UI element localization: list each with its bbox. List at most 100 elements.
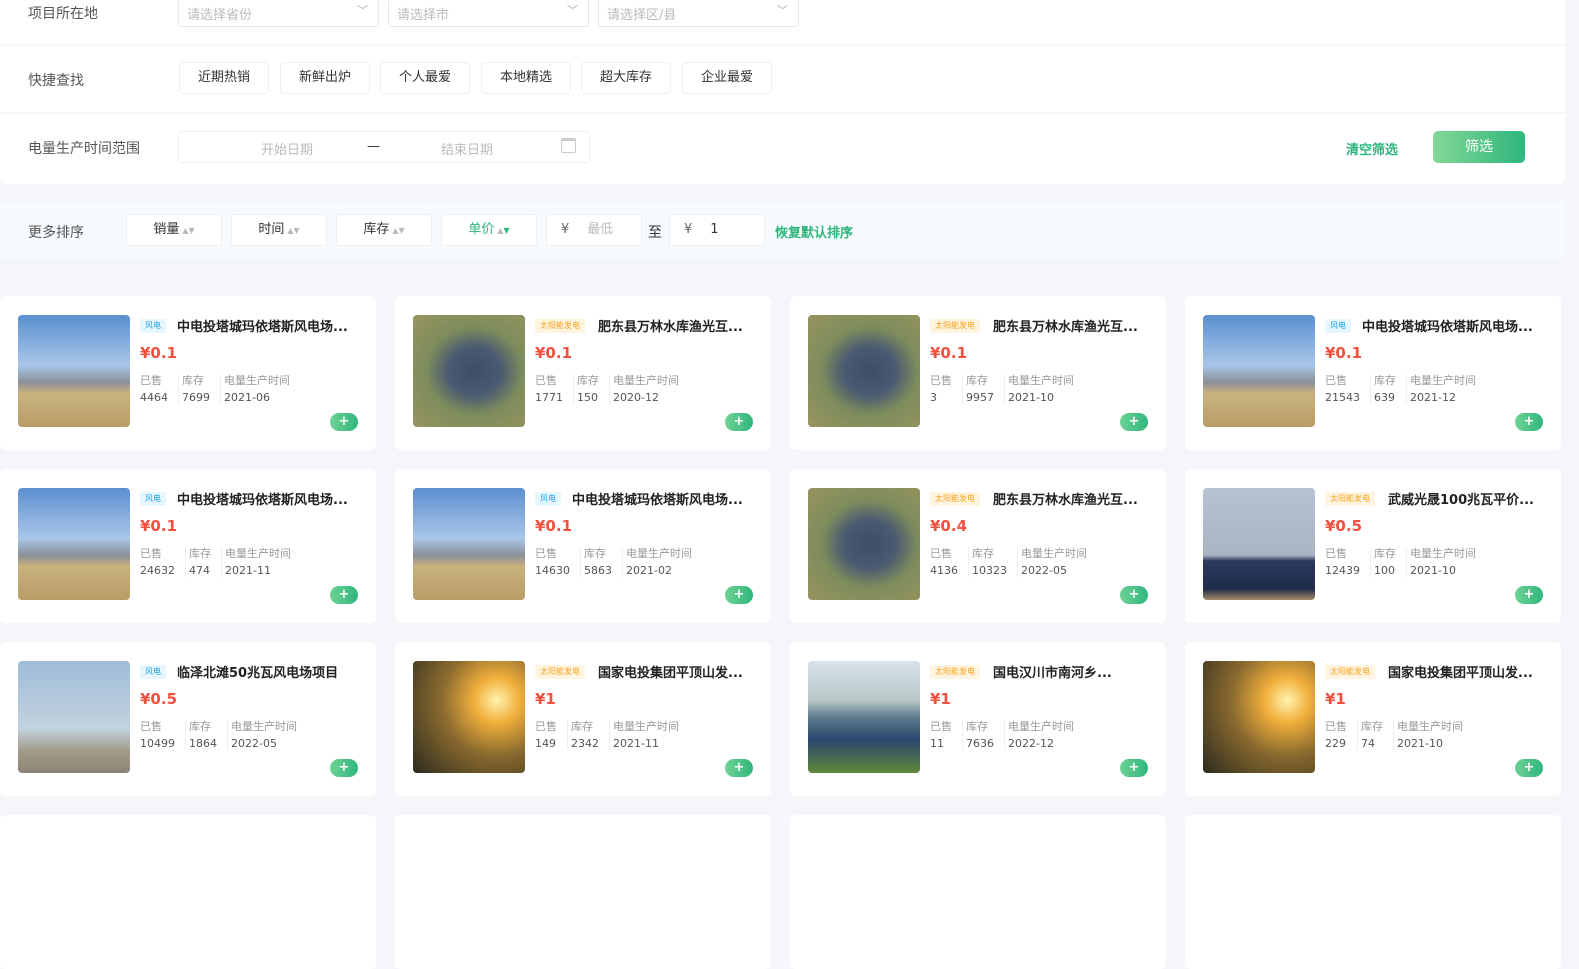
product-image[interactable] bbox=[413, 661, 525, 773]
product-card[interactable]: 太阳能发电 国家电投集团平顶山发... ¥1 已售 229 库存 74 电量生产… bbox=[1185, 642, 1561, 796]
product-title[interactable]: 国家电投集团平顶山发... bbox=[1388, 662, 1533, 681]
category-tag: 太阳能发电 bbox=[1325, 492, 1375, 506]
product-title[interactable]: 国电汉川市南河乡... bbox=[993, 662, 1112, 681]
add-to-cart-button[interactable]: + bbox=[725, 586, 753, 604]
date-range-picker[interactable]: 开始日期 — 结束日期 bbox=[178, 131, 590, 163]
sort-time[interactable]: 时间 ▲▼ bbox=[231, 214, 327, 246]
product-card[interactable]: 风电 中电投塔城玛依塔斯风电场... ¥0.1 已售 4464 库存 7699 … bbox=[0, 296, 376, 450]
quick-personal-fav[interactable]: 个人最爱 bbox=[380, 62, 470, 94]
quick-enterprise-fav[interactable]: 企业最爱 bbox=[682, 62, 772, 94]
divider bbox=[1017, 547, 1018, 577]
product-card[interactable]: 太阳能发电 国家电投集团平顶山发... ¥1 已售 149 库存 2342 电量… bbox=[395, 642, 771, 796]
time-label: 电量生产时间 bbox=[224, 374, 290, 387]
product-card[interactable]: 风电 中电投塔城玛依塔斯风电场... ¥0.1 已售 21543 库存 639 … bbox=[1185, 296, 1561, 450]
sort-price[interactable]: 单价 ▲▼ bbox=[441, 214, 537, 246]
divider bbox=[1393, 720, 1394, 750]
quick-fresh[interactable]: 新鲜出炉 bbox=[280, 62, 370, 94]
add-to-cart-button[interactable]: + bbox=[1515, 413, 1543, 431]
sort-arrows-icon: ▲▼ bbox=[497, 226, 510, 235]
product-image[interactable] bbox=[18, 488, 130, 600]
product-card[interactable] bbox=[1185, 815, 1561, 969]
sort-stock-label: 库存 bbox=[363, 222, 390, 237]
start-date-input[interactable]: 开始日期 bbox=[261, 139, 313, 158]
product-title[interactable]: 武威光晟100兆瓦平价... bbox=[1388, 489, 1534, 508]
product-card[interactable]: 太阳能发电 国电汉川市南河乡... ¥1 已售 11 库存 7636 电量生产时… bbox=[790, 642, 1166, 796]
product-image[interactable] bbox=[808, 315, 920, 427]
add-to-cart-button[interactable]: + bbox=[725, 413, 753, 431]
time-label: 电量生产时间 bbox=[1008, 374, 1074, 387]
sort-stock[interactable]: 库存 ▲▼ bbox=[336, 214, 432, 246]
product-title[interactable]: 中电投塔城玛依塔斯风电场... bbox=[1362, 316, 1533, 335]
reset-sort-button[interactable]: 恢复默认排序 bbox=[775, 222, 853, 241]
product-title[interactable]: 肥东县万林水库渔光互... bbox=[993, 489, 1138, 508]
quick-local[interactable]: 本地精选 bbox=[481, 62, 571, 94]
product-title[interactable]: 中电投塔城玛依塔斯风电场... bbox=[177, 316, 348, 335]
product-title[interactable]: 肥东县万林水库渔光互... bbox=[598, 316, 743, 335]
product-image[interactable] bbox=[1203, 315, 1315, 427]
product-image[interactable] bbox=[413, 315, 525, 427]
sold-value: 21543 bbox=[1325, 391, 1360, 404]
calendar-icon[interactable] bbox=[561, 138, 576, 153]
product-card[interactable]: 太阳能发电 肥东县万林水库渔光互... ¥0.4 已售 4136 库存 1032… bbox=[790, 469, 1166, 623]
add-to-cart-button[interactable]: + bbox=[1515, 759, 1543, 777]
product-price: ¥1 bbox=[535, 690, 556, 708]
sort-sales[interactable]: 销量 ▲▼ bbox=[126, 214, 222, 246]
add-to-cart-button[interactable]: + bbox=[1515, 586, 1543, 604]
city-select[interactable]: 请选择市 ﹀ bbox=[388, 0, 589, 27]
end-date-input[interactable]: 结束日期 bbox=[441, 139, 493, 158]
time-label: 电量生产时间 bbox=[1008, 720, 1074, 733]
add-to-cart-button[interactable]: + bbox=[330, 413, 358, 431]
product-card[interactable] bbox=[790, 815, 1166, 969]
filter-button[interactable]: 筛选 bbox=[1433, 131, 1525, 163]
product-image[interactable] bbox=[18, 661, 130, 773]
product-image[interactable] bbox=[413, 488, 525, 600]
product-title[interactable]: 国家电投集团平顶山发... bbox=[598, 662, 743, 681]
time-label: 电量生产时间 bbox=[225, 547, 291, 560]
product-image[interactable] bbox=[18, 315, 130, 427]
product-title[interactable]: 临泽北滩50兆瓦风电场项目 bbox=[177, 662, 338, 681]
price-max-input[interactable]: ¥1 bbox=[669, 214, 765, 246]
district-select[interactable]: 请选择区/县 ﹀ bbox=[598, 0, 799, 27]
product-card[interactable]: 太阳能发电 肥东县万林水库渔光互... ¥0.1 已售 3 库存 9957 电量… bbox=[790, 296, 1166, 450]
category-tag: 风电 bbox=[140, 319, 166, 333]
product-price: ¥0.1 bbox=[1325, 344, 1363, 362]
add-to-cart-button[interactable]: + bbox=[1120, 413, 1148, 431]
product-card[interactable]: 风电 中电投塔城玛依塔斯风电场... ¥0.1 已售 24632 库存 474 … bbox=[0, 469, 376, 623]
sold-value: 4464 bbox=[140, 391, 168, 404]
add-to-cart-button[interactable]: + bbox=[1120, 759, 1148, 777]
product-card[interactable] bbox=[395, 815, 771, 969]
price-min-input[interactable]: ¥ 最低 bbox=[546, 214, 642, 246]
product-card[interactable] bbox=[0, 815, 376, 969]
stock-value: 7636 bbox=[966, 737, 994, 750]
category-tag: 太阳能发电 bbox=[930, 319, 980, 333]
add-to-cart-button[interactable]: + bbox=[725, 759, 753, 777]
product-image[interactable] bbox=[1203, 661, 1315, 773]
time-value: 2021-10 bbox=[1008, 391, 1054, 404]
product-card[interactable]: 太阳能发电 武威光晟100兆瓦平价... ¥0.5 已售 12439 库存 10… bbox=[1185, 469, 1561, 623]
time-value: 2021-11 bbox=[613, 737, 659, 750]
product-card[interactable]: 太阳能发电 肥东县万林水库渔光互... ¥0.1 已售 1771 库存 150 … bbox=[395, 296, 771, 450]
quick-large-stock[interactable]: 超大库存 bbox=[581, 62, 671, 94]
province-placeholder: 请选择省份 bbox=[187, 8, 253, 23]
product-title[interactable]: 中电投塔城玛依塔斯风电场... bbox=[572, 489, 743, 508]
province-select[interactable]: 请选择省份 ﹀ bbox=[178, 0, 379, 27]
product-image[interactable] bbox=[1203, 488, 1315, 600]
product-image[interactable] bbox=[808, 488, 920, 600]
product-card[interactable]: 风电 临泽北滩50兆瓦风电场项目 ¥0.5 已售 10499 库存 1864 电… bbox=[0, 642, 376, 796]
add-to-cart-button[interactable]: + bbox=[1120, 586, 1148, 604]
product-title[interactable]: 肥东县万林水库渔光互... bbox=[993, 316, 1138, 335]
sold-label: 已售 bbox=[140, 547, 162, 560]
divider bbox=[962, 374, 963, 404]
product-title[interactable]: 中电投塔城玛依塔斯风电场... bbox=[177, 489, 348, 508]
category-tag: 太阳能发电 bbox=[535, 319, 585, 333]
product-image[interactable] bbox=[808, 661, 920, 773]
product-card[interactable]: 风电 中电投塔城玛依塔斯风电场... ¥0.1 已售 14630 库存 5863… bbox=[395, 469, 771, 623]
stock-value: 150 bbox=[577, 391, 598, 404]
quick-recent-hot[interactable]: 近期热销 bbox=[179, 62, 269, 94]
clear-filters-button[interactable]: 清空筛选 bbox=[1346, 139, 1398, 158]
sold-value: 24632 bbox=[140, 564, 175, 577]
add-to-cart-button[interactable]: + bbox=[330, 759, 358, 777]
product-price: ¥0.4 bbox=[930, 517, 968, 535]
add-to-cart-button[interactable]: + bbox=[330, 586, 358, 604]
stock-label: 库存 bbox=[1374, 547, 1396, 560]
